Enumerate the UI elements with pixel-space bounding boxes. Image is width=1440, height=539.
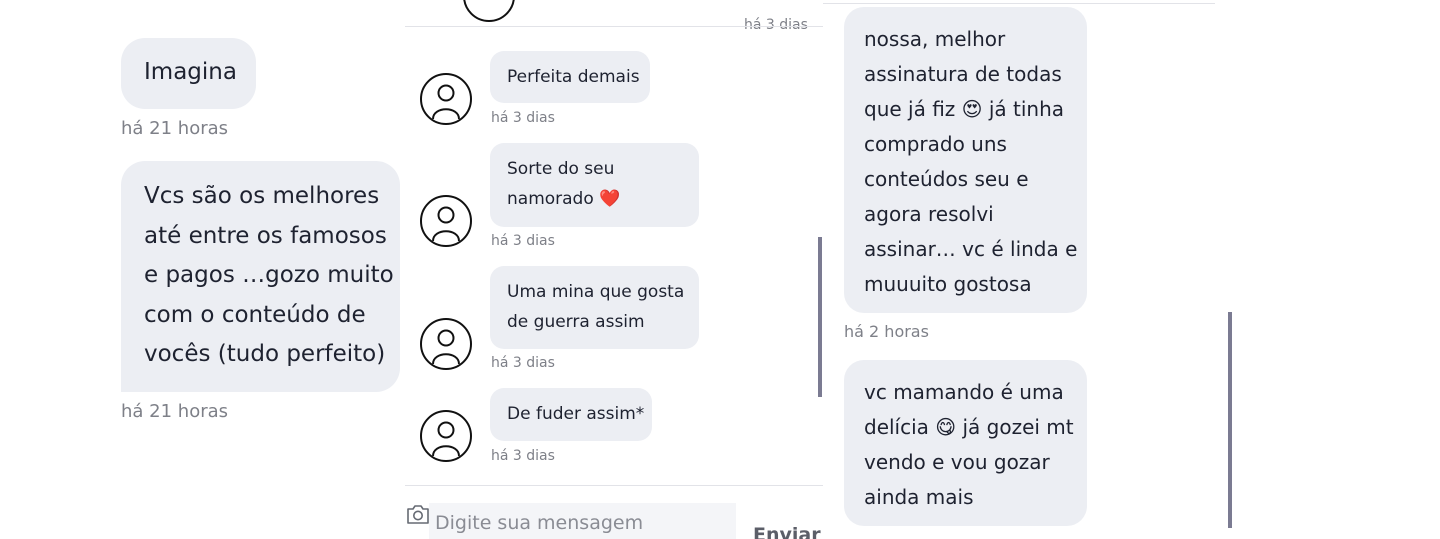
avatar-icon [420,195,472,247]
message-timestamp: há 21 horas [121,118,229,139]
scrollbar[interactable] [818,237,822,397]
message-text: Sorte do seu namorado ❤️ [507,159,621,209]
divider [405,485,823,486]
message-bubble: nossa, melhor assinatura de todas que já… [844,7,1087,313]
message-timestamp: há 3 dias [491,355,555,371]
avatar-icon [420,410,472,462]
divider [405,26,823,27]
message-input[interactable] [429,503,736,539]
message-text: nossa, melhor assinatura de todas que já… [864,27,1078,296]
message-text: Imagina [144,59,237,85]
message-timestamp: há 2 horas [844,322,929,341]
chat-panel-right: nossa, melhor assinatura de todas que já… [823,0,1440,539]
message-timestamp: há 21 horas [121,401,229,422]
chat-panel-middle: há 3 dias Perfeita demais há 3 dias Sort… [405,0,823,539]
message-bubble: Uma mina que gosta de guerra assim [490,266,699,349]
avatar-icon [463,0,515,22]
message-bubble: Imagina [121,38,256,109]
camera-icon[interactable] [405,502,431,526]
chat-panel-left: Imagina há 21 horas Vcs são os melhores … [0,0,405,539]
message-bubble: Sorte do seu namorado ❤️ [490,143,699,227]
avatar-icon [420,318,472,370]
message-timestamp: há 3 dias [744,17,808,33]
message-bubble: Vcs são os melhores até entre os famosos… [121,161,400,392]
message-bubble: vc mamando é uma delícia 😋 já gozei mt v… [844,360,1087,526]
message-timestamp: há 3 dias [491,233,555,249]
message-text: Vcs são os melhores até entre os famosos… [144,183,394,367]
message-bubble: Perfeita demais [490,51,650,103]
message-bubble: De fuder assim* [490,388,652,441]
divider [823,3,1215,4]
message-timestamp: há 3 dias [491,448,555,464]
message-text: De fuder assim* [507,404,645,424]
message-text: Perfeita demais [507,67,640,87]
avatar-icon [420,73,472,125]
message-text: vc mamando é uma delícia 😋 já gozei mt v… [864,380,1074,509]
scrollbar[interactable] [1228,312,1232,528]
message-text: Uma mina que gosta de guerra assim [507,282,685,332]
message-timestamp: há 3 dias [491,110,555,126]
send-button[interactable]: Enviar [753,524,821,539]
